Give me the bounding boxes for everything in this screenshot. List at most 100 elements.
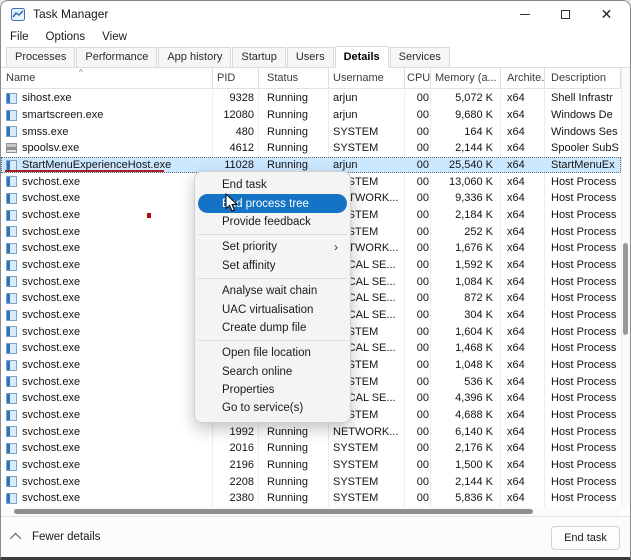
context-menu-item-analyse-wait-chain[interactable]: Analyse wait chain xyxy=(198,282,347,300)
process-architecture: x64 xyxy=(501,442,545,454)
process-cpu: 00 xyxy=(405,126,431,138)
process-name: svchost.exe xyxy=(22,476,80,488)
process-architecture: x64 xyxy=(501,259,545,271)
process-architecture: x64 xyxy=(501,192,545,204)
end-task-button[interactable]: End task xyxy=(551,526,620,550)
column-header-architecture[interactable]: Archite... xyxy=(501,68,545,88)
close-button[interactable]: ✕ xyxy=(586,1,627,27)
process-cpu: 00 xyxy=(405,176,431,188)
process-cpu: 00 xyxy=(405,392,431,404)
process-cpu: 00 xyxy=(405,292,431,304)
process-icon xyxy=(6,243,17,254)
column-header-name[interactable]: Name xyxy=(1,68,213,88)
process-pid: 2196 xyxy=(213,459,259,471)
process-cpu: 00 xyxy=(405,276,431,288)
context-menu-item-set-affinity[interactable]: Set affinity xyxy=(198,257,347,275)
table-row[interactable]: smartscreen.exe 12080 Running arjun 00 9… xyxy=(1,107,621,124)
process-description: Host Process xyxy=(545,392,621,404)
context-menu-item-go-to-service-s-[interactable]: Go to service(s) xyxy=(198,399,347,417)
tab-processes[interactable]: Processes xyxy=(6,47,75,67)
fewer-details-label: Fewer details xyxy=(32,531,100,543)
tab-details[interactable]: Details xyxy=(335,46,389,68)
table-row[interactable]: svchost.exe 1992 Running NETWORK... 00 6… xyxy=(1,423,621,440)
tab-users[interactable]: Users xyxy=(287,47,334,67)
column-header-description[interactable]: Description xyxy=(545,68,621,88)
table-row[interactable]: sihost.exe 9328 Running arjun 00 5,072 K… xyxy=(1,90,621,107)
context-menu-item-set-priority[interactable]: Set priority› xyxy=(198,238,347,256)
column-header-username[interactable]: Username xyxy=(329,68,405,88)
process-pid: 480 xyxy=(213,126,259,138)
process-pid: 4612 xyxy=(213,142,259,154)
process-username: SYSTEM xyxy=(329,459,405,471)
context-menu-item-properties[interactable]: Properties xyxy=(198,381,347,399)
process-name: svchost.exe xyxy=(22,292,80,304)
menu-file[interactable]: File xyxy=(10,31,29,43)
context-menu-item-open-file-location[interactable]: Open file location xyxy=(198,344,347,362)
tab-performance[interactable]: Performance xyxy=(76,47,157,67)
process-icon xyxy=(6,426,17,437)
process-cpu: 00 xyxy=(405,142,431,154)
column-header-cpu[interactable]: CPU xyxy=(405,68,431,88)
tab-startup[interactable]: Startup xyxy=(232,47,285,67)
process-architecture: x64 xyxy=(501,142,545,154)
process-cpu: 00 xyxy=(405,259,431,271)
column-header-memory[interactable]: Memory (a... xyxy=(431,68,501,88)
process-architecture: x64 xyxy=(501,392,545,404)
context-menu-item-search-online[interactable]: Search online xyxy=(198,363,347,381)
red-dot-annotation xyxy=(147,213,151,218)
process-memory: 2,184 K xyxy=(431,209,501,221)
table-row[interactable]: svchost.exe 2016 Running SYSTEM 00 2,176… xyxy=(1,440,621,457)
minimize-button[interactable] xyxy=(504,1,545,27)
process-name: svchost.exe xyxy=(22,309,80,321)
process-description: Spooler SubS xyxy=(545,142,621,154)
process-memory: 1,676 K xyxy=(431,242,501,254)
process-memory: 5,836 K xyxy=(431,492,501,504)
process-status: Running xyxy=(259,426,329,438)
vertical-scrollbar-thumb[interactable] xyxy=(623,243,628,335)
process-icon xyxy=(6,210,17,221)
fewer-details-toggle[interactable]: Fewer details xyxy=(13,531,100,543)
context-menu-item-provide-feedback[interactable]: Provide feedback xyxy=(198,213,347,231)
menu-view[interactable]: View xyxy=(102,31,127,43)
process-pid: 1992 xyxy=(213,426,259,438)
process-cpu: 00 xyxy=(405,309,431,321)
sort-indicator: ^ xyxy=(79,68,83,77)
process-memory: 164 K xyxy=(431,126,501,138)
table-row[interactable]: svchost.exe 2196 Running SYSTEM 00 1,500… xyxy=(1,457,621,474)
process-memory: 872 K xyxy=(431,292,501,304)
horizontal-scrollbar-thumb[interactable] xyxy=(14,509,533,514)
process-username: SYSTEM xyxy=(329,442,405,454)
vertical-scrollbar[interactable] xyxy=(621,69,630,507)
process-memory: 9,336 K xyxy=(431,192,501,204)
context-menu-item-end-process-tree[interactable]: End process tree xyxy=(198,194,347,212)
process-memory: 2,144 K xyxy=(431,142,501,154)
menu-options[interactable]: Options xyxy=(46,31,86,43)
process-description: Windows Ses xyxy=(545,126,621,138)
process-icon xyxy=(6,176,17,187)
column-header-status[interactable]: Status xyxy=(259,68,329,88)
process-description: Host Process xyxy=(545,309,621,321)
tab-services[interactable]: Services xyxy=(390,47,450,67)
process-status: Running xyxy=(259,109,329,121)
process-icon xyxy=(6,310,17,321)
column-header-pid[interactable]: PID xyxy=(213,68,259,88)
table-row[interactable]: spoolsv.exe 4612 Running SYSTEM 00 2,144… xyxy=(1,140,621,157)
process-name: svchost.exe xyxy=(22,426,80,438)
process-description: Host Process xyxy=(545,226,621,238)
table-row[interactable]: svchost.exe 2380 Running SYSTEM 00 5,836… xyxy=(1,490,621,507)
process-description: Host Process xyxy=(545,192,621,204)
process-cpu: 00 xyxy=(405,92,431,104)
process-cpu: 00 xyxy=(405,359,431,371)
table-row[interactable]: svchost.exe 2208 Running SYSTEM 00 2,144… xyxy=(1,473,621,490)
process-memory: 2,144 K xyxy=(431,476,501,488)
process-name: svchost.exe xyxy=(22,176,80,188)
context-menu-item-end-task[interactable]: End task xyxy=(198,176,347,194)
process-architecture: x64 xyxy=(501,426,545,438)
context-menu-item-uac-virtualisation[interactable]: UAC virtualisation xyxy=(198,300,347,318)
table-row[interactable]: smss.exe 480 Running SYSTEM 00 164 K x64… xyxy=(1,123,621,140)
context-menu-item-create-dump-file[interactable]: Create dump file xyxy=(198,319,347,337)
process-description: Host Process xyxy=(545,176,621,188)
footer-bar: Fewer details End task xyxy=(1,516,630,557)
maximize-button[interactable] xyxy=(545,1,586,27)
tab-app-history[interactable]: App history xyxy=(158,47,231,67)
